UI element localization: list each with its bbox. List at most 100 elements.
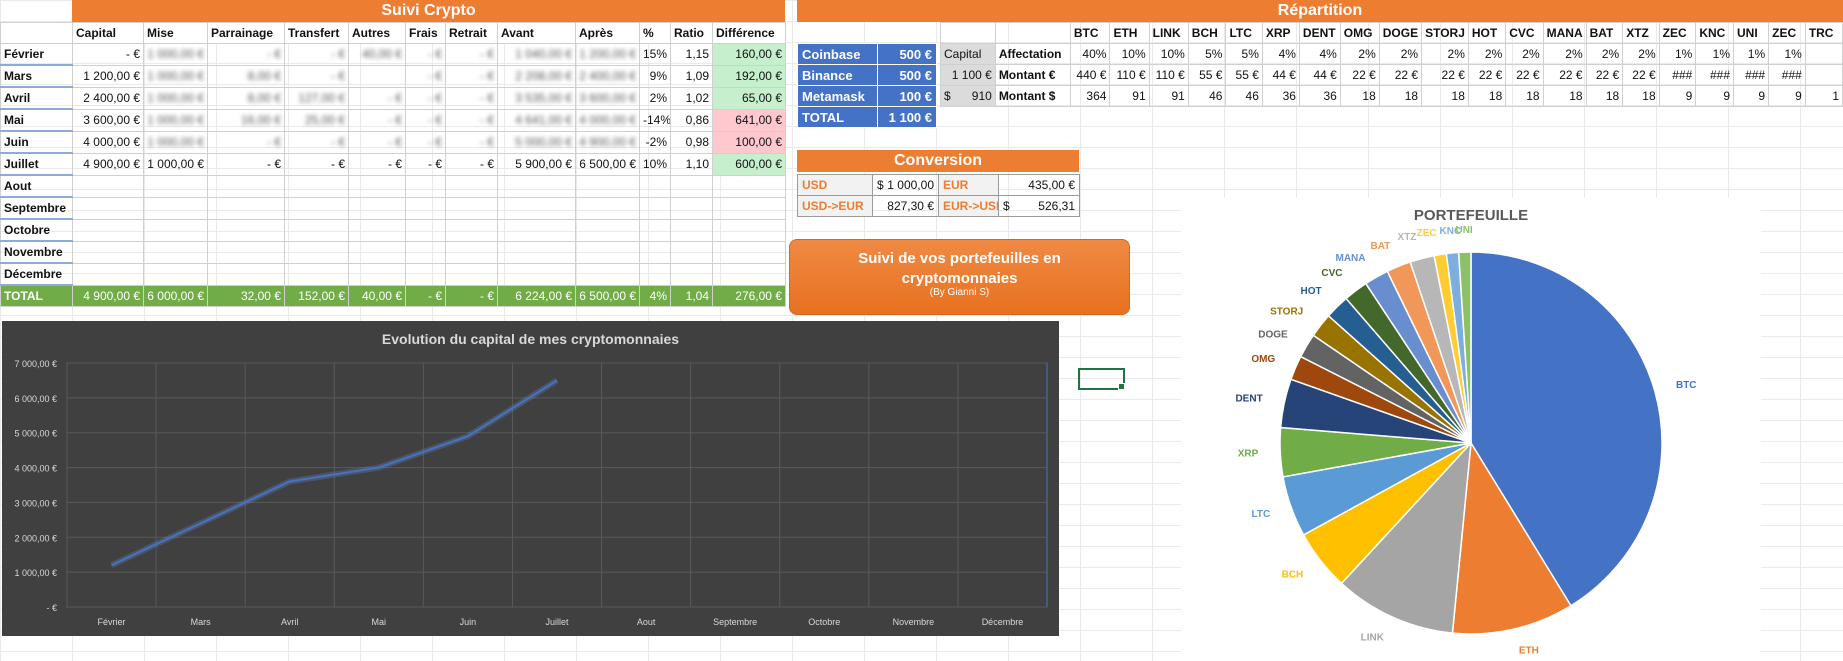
cell-capital[interactable]: 4 000,00 € (72, 130, 144, 154)
coin-eur[interactable]: 22 € (1505, 64, 1544, 86)
cell-capital[interactable]: - € (72, 43, 144, 66)
cell-transfert[interactable] (284, 218, 349, 242)
cell-avant[interactable] (497, 174, 576, 198)
cell-frais[interactable] (405, 174, 446, 198)
coin-eur[interactable]: ### (1732, 64, 1770, 86)
cell-diff[interactable] (712, 262, 786, 286)
cell-ratio[interactable] (670, 196, 713, 220)
cell-frais[interactable] (405, 262, 446, 286)
coin-pct[interactable]: 2% (1505, 43, 1544, 65)
coin-eur[interactable]: 22 € (1378, 64, 1423, 86)
cell-autres[interactable]: - € (348, 152, 406, 176)
cell-pct[interactable]: 10% (639, 152, 671, 176)
cell-autres[interactable] (348, 196, 406, 220)
coin-eur[interactable]: 110 € (1109, 64, 1150, 86)
cell-avant[interactable] (497, 240, 576, 264)
cell-retrait[interactable] (445, 240, 498, 264)
fill-handle[interactable] (1118, 383, 1125, 390)
cell-parrainage[interactable]: 16,00 € (207, 108, 285, 132)
cell-ratio[interactable]: 1,09 (670, 64, 713, 88)
cell-apres[interactable] (575, 174, 640, 198)
cell-transfert[interactable] (284, 196, 349, 220)
cell-autres[interactable] (348, 174, 406, 198)
coin-eur[interactable]: 55 € (1187, 64, 1227, 86)
cell-apres[interactable] (575, 218, 640, 242)
coin-eur[interactable]: ### (1695, 64, 1734, 86)
cell-diff[interactable] (712, 240, 786, 264)
cell-parrainage[interactable] (207, 240, 285, 264)
cell-transfert[interactable] (284, 262, 349, 286)
cell-autres[interactable] (348, 218, 406, 242)
cell-capital[interactable] (72, 262, 144, 286)
cell-ratio[interactable] (670, 174, 713, 198)
wallet-amount[interactable]: 100 € (877, 85, 937, 107)
wallet-amount[interactable]: 1 100 € (877, 106, 937, 128)
cell-mise[interactable] (143, 262, 208, 286)
cell-apres[interactable] (575, 196, 640, 220)
coin-pct[interactable]: 10% (1148, 43, 1189, 65)
coin-usd[interactable]: 18 (1339, 85, 1380, 107)
cell-avant[interactable]: 2 208,00 € (497, 64, 576, 88)
cell-pct[interactable]: 15% (639, 43, 671, 66)
cell-diff[interactable] (712, 218, 786, 242)
coin-pct[interactable]: 1% (1658, 43, 1697, 65)
coin-usd[interactable]: 36 (1298, 85, 1341, 107)
cell-pct[interactable] (639, 240, 671, 264)
coin-usd[interactable]: 9 (1695, 85, 1734, 107)
cell-avant[interactable]: 5 000,00 € (497, 130, 576, 154)
coin-pct[interactable]: 2% (1339, 43, 1380, 65)
cell-avant[interactable]: 4 641,00 € (497, 108, 576, 132)
cell-parrainage[interactable]: - € (207, 152, 285, 176)
coin-eur[interactable]: 22 € (1421, 64, 1469, 86)
cell-diff[interactable]: 100,00 € (712, 130, 786, 154)
coin-eur[interactable]: 22 € (1339, 64, 1380, 86)
coin-pct[interactable]: 2% (1378, 43, 1423, 65)
cell-frais[interactable] (405, 196, 446, 220)
coin-eur[interactable]: 22 € (1542, 64, 1587, 86)
cell-ratio[interactable]: 1,10 (670, 152, 713, 176)
cell-mise[interactable] (143, 174, 208, 198)
cell-diff[interactable] (712, 174, 786, 198)
cell-retrait[interactable]: - € (445, 64, 498, 88)
cell-pct[interactable] (639, 174, 671, 198)
cell-mise[interactable] (143, 218, 208, 242)
coin-eur[interactable]: 22 € (1585, 64, 1624, 86)
coin-eur[interactable]: 44 € (1261, 64, 1300, 86)
cell-retrait[interactable]: - € (445, 152, 498, 176)
cell-parrainage[interactable]: 8,00 € (207, 64, 285, 88)
cell-frais[interactable]: - € (405, 152, 446, 176)
coin-eur[interactable]: 44 € (1298, 64, 1341, 86)
cell-parrainage[interactable]: 8,00 € (207, 86, 285, 110)
cell-pct[interactable]: 9% (639, 64, 671, 88)
coin-usd[interactable]: 364 (1069, 85, 1111, 107)
cell-mise[interactable]: 1 000,00 € (143, 152, 208, 176)
wallet-amount[interactable]: 500 € (877, 43, 937, 65)
usd-value[interactable]: $1 000,00 (872, 174, 939, 196)
coin-usd[interactable]: 46 (1187, 85, 1227, 107)
cell-avant[interactable]: 3 535,00 € (497, 86, 576, 110)
cell-retrait[interactable]: - € (445, 86, 498, 110)
cell-capital[interactable] (72, 174, 144, 198)
cell-ratio[interactable] (670, 240, 713, 264)
coin-pct[interactable]: 2% (1421, 43, 1469, 65)
coin-eur[interactable]: 440 € (1069, 64, 1111, 86)
coin-usd[interactable]: 18 (1505, 85, 1544, 107)
cell-diff[interactable]: 641,00 € (712, 108, 786, 132)
cell-ratio[interactable]: 1,15 (670, 43, 713, 66)
cell-mise[interactable] (143, 196, 208, 220)
coin-eur[interactable]: 55 € (1225, 64, 1263, 86)
cell-autres[interactable]: 40,00 € (348, 43, 406, 66)
cell-mise[interactable]: 1 000,00 € (143, 130, 208, 154)
cell-apres[interactable]: 6 500,00 € (575, 152, 640, 176)
cell-frais[interactable]: - € (405, 43, 446, 66)
cell-apres[interactable]: 3 600,00 € (575, 86, 640, 110)
banner-button[interactable]: Suivi de vos portefeuilles en cryptomonn… (789, 239, 1130, 315)
cell-ratio[interactable]: 1,02 (670, 86, 713, 110)
coin-usd[interactable]: 9 (1658, 85, 1697, 107)
cell-frais[interactable]: - € (405, 130, 446, 154)
coin-pct[interactable] (1804, 43, 1843, 65)
cell-frais[interactable]: - € (405, 86, 446, 110)
cell-mise[interactable]: 1 000,00 € (143, 43, 208, 66)
cell-diff[interactable]: 160,00 € (712, 43, 786, 66)
cell-autres[interactable]: - € (348, 130, 406, 154)
